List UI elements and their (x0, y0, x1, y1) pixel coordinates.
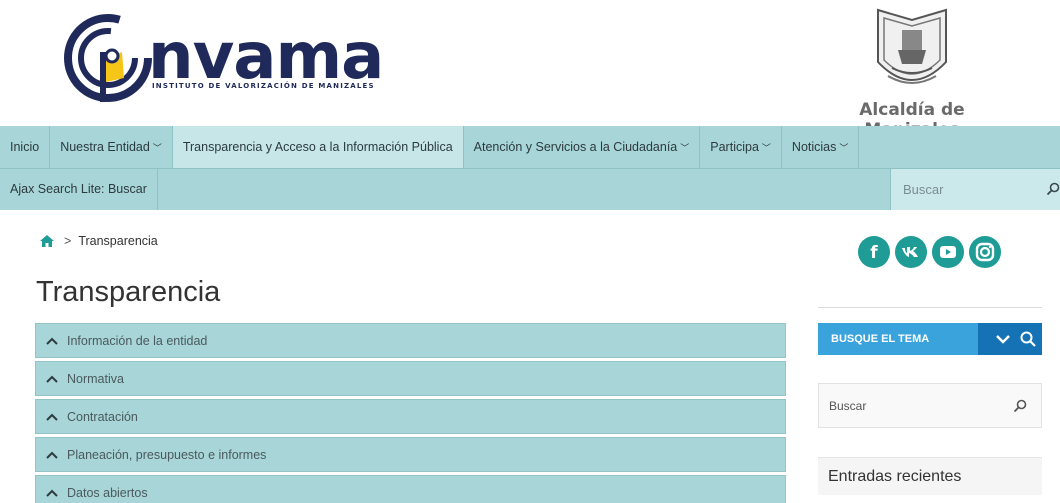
ajax-search-link[interactable]: Ajax Search Lite: Buscar (0, 169, 158, 210)
nav-search-input[interactable]: Buscar (890, 169, 1060, 210)
busque-el-tema-label: BUSQUE EL TEMA (831, 333, 930, 345)
sidebar-search-input[interactable]: Buscar (818, 383, 1042, 428)
svg-text:f: f (870, 243, 878, 263)
search-icon[interactable] (1046, 182, 1060, 196)
nav-item-label: Participa (710, 140, 759, 154)
nav-menu: Inicio Nuestra Entidad ﹀ Transparencia y … (0, 126, 860, 168)
logo-subtitle: INSTITUTO DE VALORIZACIÓN DE MANIZALES (152, 82, 375, 90)
sidebar-divider (818, 300, 1042, 308)
chevron-down-icon: ﹀ (839, 143, 849, 153)
accordion-item-contratacion[interactable]: Contratación (35, 399, 786, 434)
chevron-down-icon: ﹀ (761, 143, 771, 153)
invama-logo[interactable]: nvama INSTITUTO DE VALORIZACIÓN DE MANIZ… (60, 8, 384, 118)
breadcrumb-separator: > (64, 234, 72, 248)
chevron-down-icon: ﹀ (680, 143, 690, 153)
page-title: Transparencia (36, 276, 221, 308)
chevron-up-icon (46, 451, 58, 459)
chevron-up-icon (46, 337, 58, 345)
accordion-item-normativa[interactable]: Normativa (35, 361, 786, 396)
chevron-down-icon[interactable] (996, 334, 1010, 344)
nav-item-label: Nuestra Entidad (60, 140, 150, 154)
busque-controls (978, 323, 1042, 355)
accordion-item-label: Contratación (67, 409, 138, 424)
accordion-item-label: Datos abiertos (67, 485, 148, 500)
main-navigation: Inicio Nuestra Entidad ﹀ Transparencia y … (0, 126, 1060, 210)
accordion-item-datos-abiertos[interactable]: Datos abiertos (35, 475, 786, 503)
accordion-item-label: Información de la entidad (67, 333, 208, 348)
nav-item-label: Noticias (791, 140, 837, 154)
sidebar-search-placeholder: Buscar (829, 399, 867, 413)
nav-item-noticias[interactable]: Noticias ﹀ (782, 126, 860, 168)
vk-icon[interactable] (895, 236, 927, 268)
accordion-item-label: Planeación, presupuesto e informes (67, 447, 267, 462)
nav-item-inicio[interactable]: Inicio (0, 126, 51, 168)
nav-item-transparencia[interactable]: Transparencia y Acceso a la Información … (172, 126, 464, 168)
chevron-up-icon (46, 413, 58, 421)
chevron-up-icon (46, 489, 58, 497)
recent-posts-widget: Entradas recientes (818, 457, 1042, 495)
home-icon[interactable] (40, 235, 54, 247)
search-icon[interactable] (1013, 399, 1027, 413)
nav-item-atencion[interactable]: Atención y Servicios a la Ciudadanía ﹀ (464, 126, 701, 168)
alcaldia-logo[interactable]: Alcaldía de Manizales (812, 4, 1012, 140)
nav-secondary-row: Ajax Search Lite: Buscar Buscar (0, 168, 1060, 210)
breadcrumb: > Transparencia (40, 234, 158, 248)
chevron-down-icon: ﹀ (152, 143, 162, 153)
busque-el-tema-bar[interactable]: BUSQUE EL TEMA (818, 323, 1042, 355)
breadcrumb-current: Transparencia (78, 234, 158, 248)
nav-item-participa[interactable]: Participa ﹀ (700, 126, 782, 168)
invama-logo-mark-icon (64, 14, 152, 102)
transparency-accordion: Información de la entidad Normativa Cont… (35, 323, 786, 503)
search-icon[interactable] (1020, 331, 1036, 347)
chevron-up-icon (46, 375, 58, 383)
accordion-item-informacion-entidad[interactable]: Información de la entidad (35, 323, 786, 358)
nav-item-label: Transparencia y Acceso a la Información … (182, 140, 453, 154)
manizales-coat-of-arms-icon (877, 8, 947, 84)
recent-posts-title: Entradas recientes (828, 468, 962, 485)
nav-item-label: Atención y Servicios a la Ciudadanía (473, 140, 678, 154)
accordion-item-label: Normativa (67, 371, 124, 386)
nav-item-label: Inicio (10, 140, 40, 154)
site-header: nvama INSTITUTO DE VALORIZACIÓN DE MANIZ… (0, 0, 1060, 140)
accordion-item-planeacion[interactable]: Planeación, presupuesto e informes (35, 437, 786, 472)
nav-search-placeholder: Buscar (903, 182, 944, 197)
nav-item-nuestra-entidad[interactable]: Nuestra Entidad ﹀ (50, 126, 173, 168)
facebook-icon[interactable]: f (858, 236, 890, 268)
social-links: f (858, 236, 1006, 268)
youtube-icon[interactable] (932, 236, 964, 268)
instagram-icon[interactable] (969, 236, 1001, 268)
